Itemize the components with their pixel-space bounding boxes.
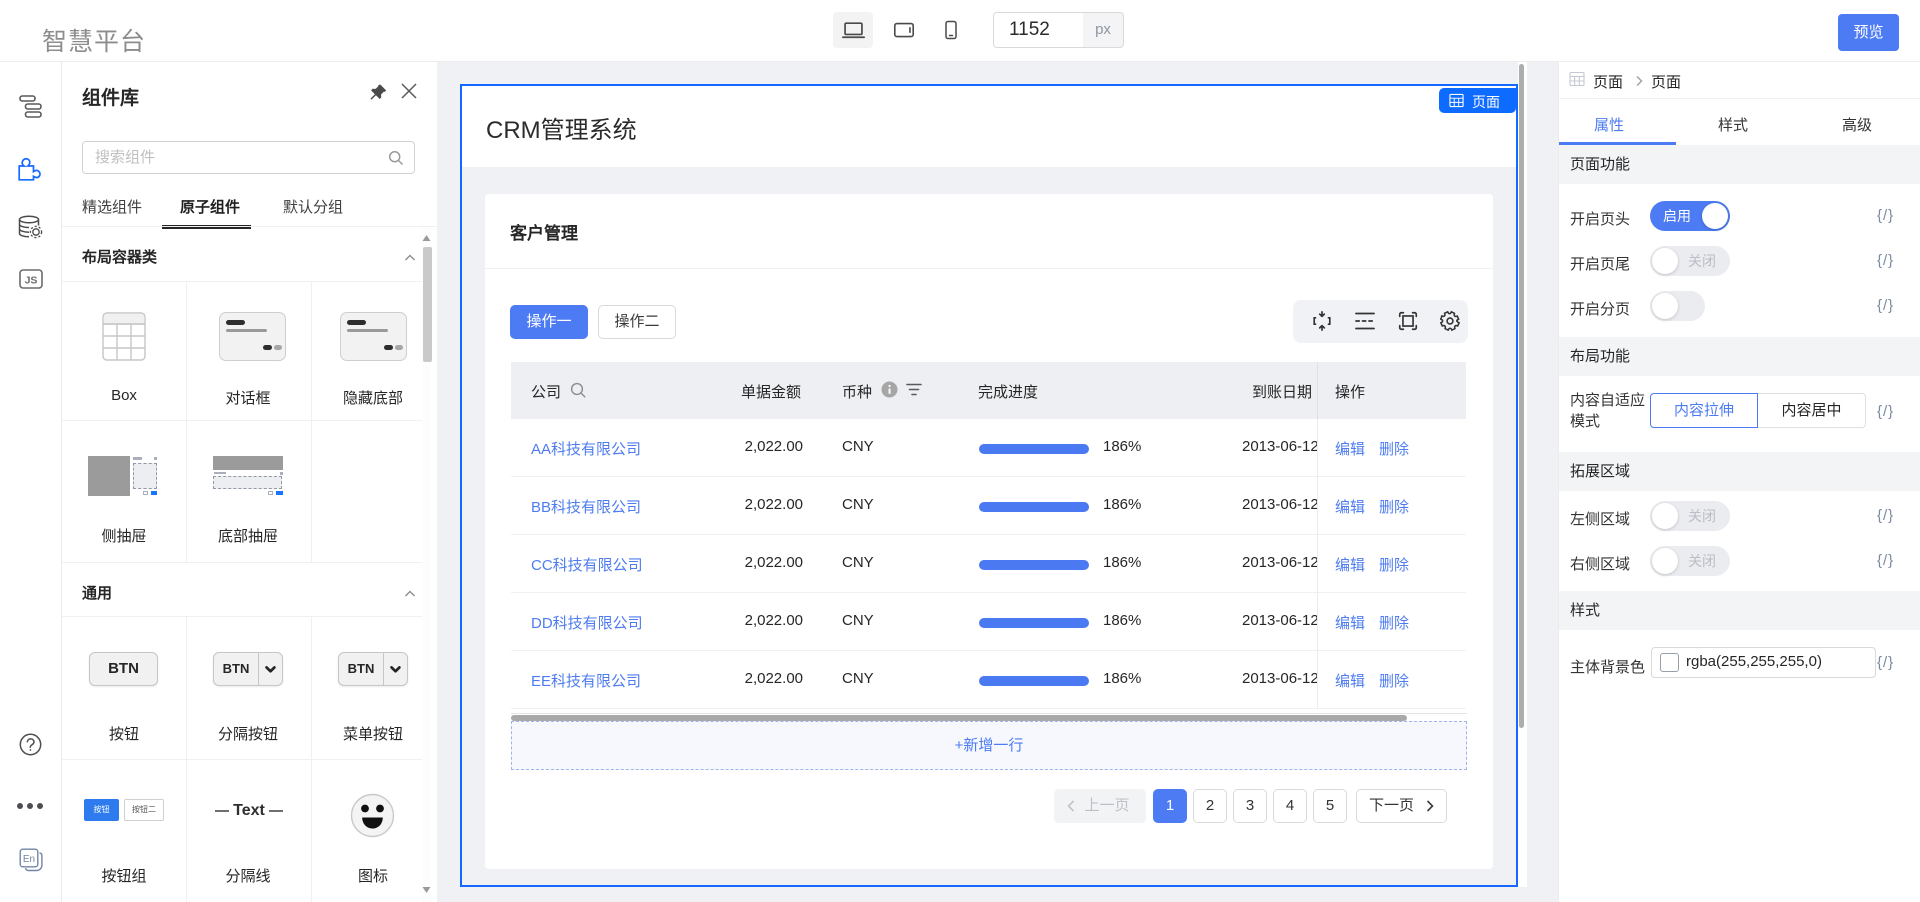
svg-text:En: En	[23, 854, 35, 865]
svg-text:JS: JS	[25, 275, 38, 287]
